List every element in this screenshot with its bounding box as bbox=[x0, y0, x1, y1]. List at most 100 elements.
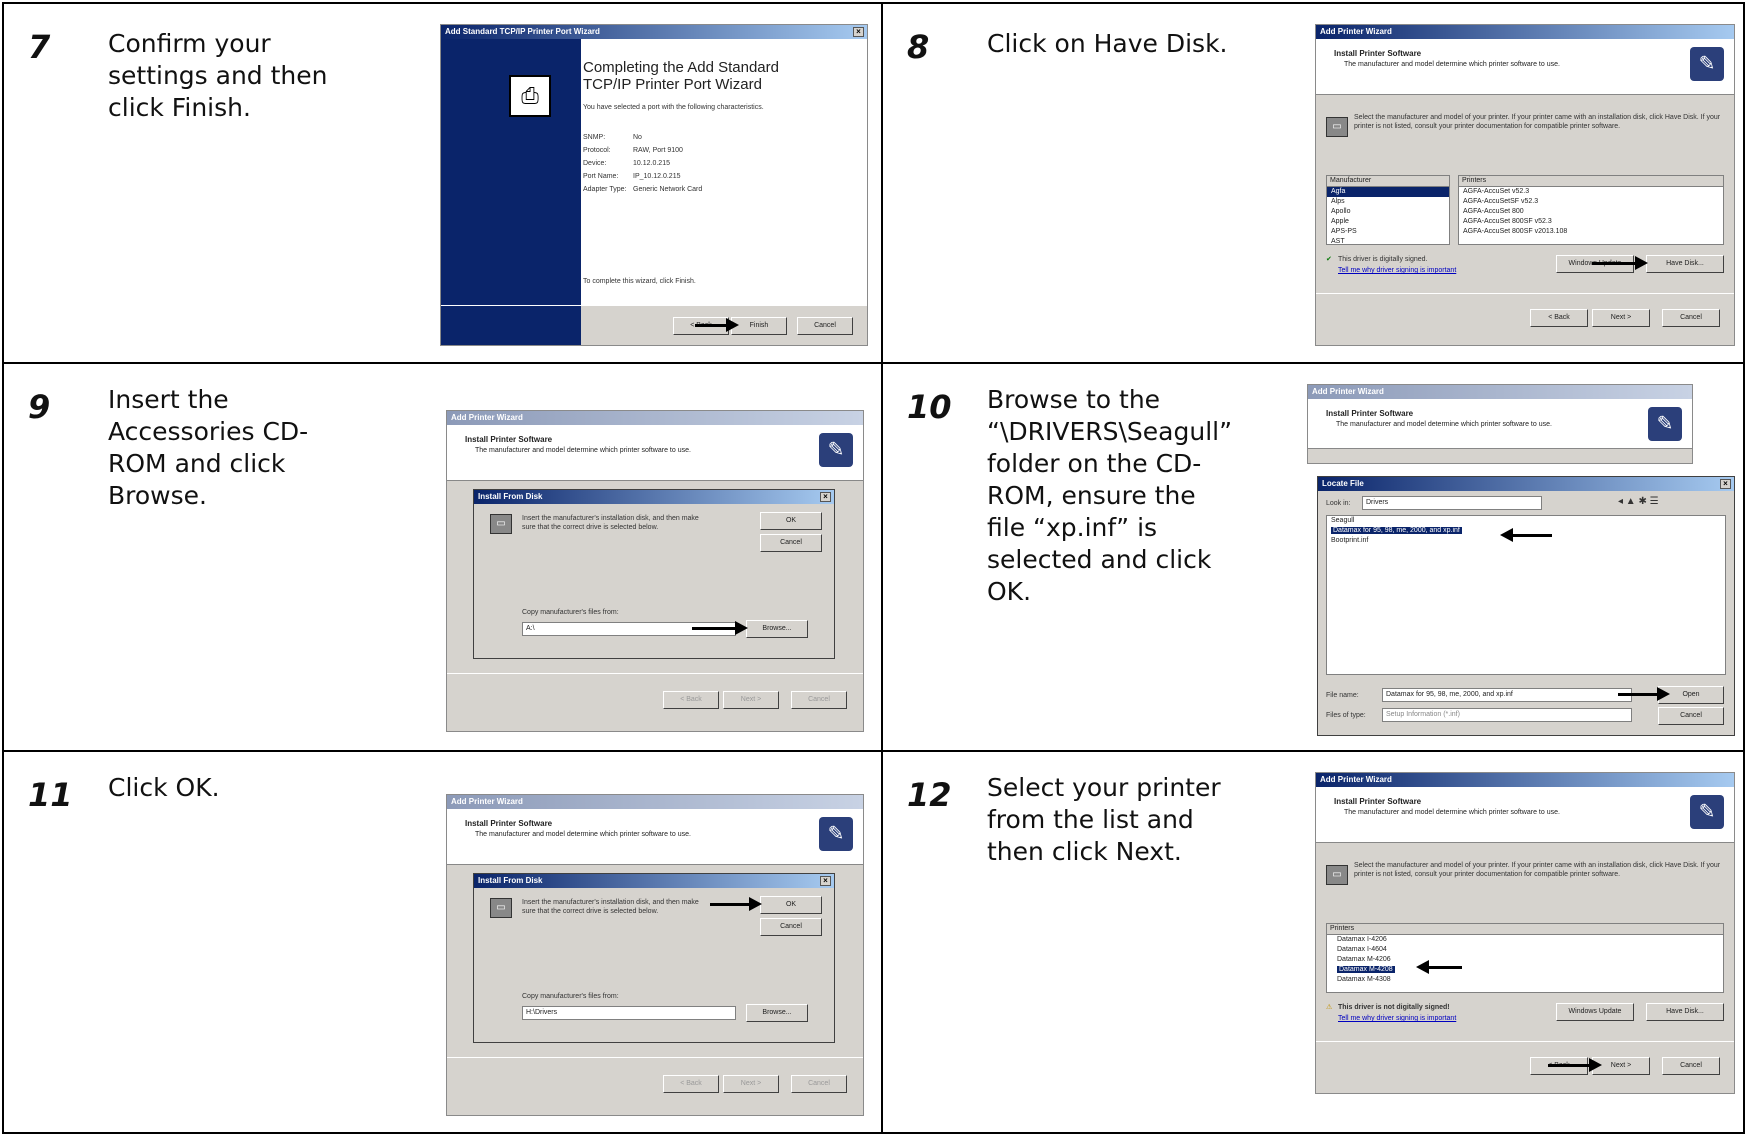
instruction-page: 7 Confirm your settings and then click F… bbox=[0, 0, 1747, 1136]
list-item: AGFA-AccuSet 800 bbox=[1463, 208, 1524, 215]
cancel-button[interactable]: Cancel bbox=[760, 534, 822, 552]
separator bbox=[447, 1057, 863, 1058]
step-text: Click OK. bbox=[108, 773, 220, 802]
close-icon[interactable]: × bbox=[1720, 479, 1731, 489]
step-11-cell: 11 Click OK. Add Printer Wizard Install … bbox=[4, 752, 881, 1132]
step-text: Insert the Accessories CD- ROM and click… bbox=[108, 385, 309, 510]
file-list[interactable]: Seagull Datamax for 95, 98, me, 2000, an… bbox=[1326, 515, 1726, 675]
list-header: Printers bbox=[1459, 176, 1723, 187]
wizard-footer: To complete this wizard, click Finish. bbox=[583, 278, 696, 285]
dialog-message: Insert the manufacturer's installation d… bbox=[522, 899, 699, 915]
list-item: Datamax I-4206 bbox=[1337, 936, 1387, 943]
file-name-input[interactable]: Datamax for 95, 98, me, 2000, and xp.inf bbox=[1382, 688, 1632, 702]
disk-icon: ▭ bbox=[1326, 865, 1348, 885]
ok-button[interactable]: OK bbox=[760, 512, 822, 530]
install-icon: ✎ bbox=[819, 433, 853, 467]
list-header: Printers bbox=[1327, 924, 1723, 935]
separator bbox=[447, 673, 863, 674]
disk-icon: ▭ bbox=[490, 898, 512, 918]
browse-button[interactable]: Browse... bbox=[746, 620, 808, 638]
step-number: 12 bbox=[907, 776, 952, 814]
window-titlebar: Add Standard TCP/IP Printer Port Wizard × bbox=[441, 25, 867, 39]
dialog-titlebar: Install From Disk × bbox=[474, 490, 834, 504]
install-from-disk-screenshot: Add Printer Wizard Install Printer Softw… bbox=[446, 794, 864, 1116]
list-item: Datamax M-4308 bbox=[1337, 976, 1391, 983]
wizard-header: Install Printer Software The manufacture… bbox=[1316, 39, 1734, 95]
cancel-button[interactable]: Cancel bbox=[791, 1075, 847, 1093]
list-item: Agfa bbox=[1327, 187, 1449, 197]
look-in-label: Look in: bbox=[1326, 500, 1351, 507]
next-button[interactable]: Next > bbox=[1592, 309, 1650, 327]
header-title: Install Printer Software bbox=[1326, 409, 1414, 418]
close-icon[interactable]: × bbox=[820, 876, 831, 886]
path-input[interactable]: H:\Drivers bbox=[522, 1006, 736, 1020]
have-disk-button[interactable]: Have Disk... bbox=[1646, 1003, 1724, 1021]
signing-link[interactable]: Tell me why driver signing is important bbox=[1338, 266, 1456, 275]
arrow-pointer bbox=[1548, 1058, 1602, 1072]
step-number: 8 bbox=[907, 28, 930, 66]
step-text: Select your printer from the list and th… bbox=[987, 773, 1221, 866]
header-subtitle: The manufacturer and model determine whi… bbox=[475, 447, 691, 454]
step-9-cell: 9 Insert the Accessories CD- ROM and cli… bbox=[4, 364, 881, 750]
windows-update-button[interactable]: Windows Update bbox=[1556, 1003, 1634, 1021]
cancel-button[interactable]: Cancel bbox=[1658, 707, 1724, 725]
window-title: Add Printer Wizard bbox=[1320, 775, 1392, 784]
dialog-title: Locate File bbox=[1322, 479, 1364, 488]
next-button[interactable]: Next > bbox=[723, 1075, 779, 1093]
dialog-title: Install From Disk bbox=[478, 492, 543, 501]
wizard-heading: Completing the Add Standard TCP/IP Print… bbox=[583, 59, 779, 93]
list-item: Seagull bbox=[1331, 517, 1355, 524]
header-title: Install Printer Software bbox=[465, 435, 553, 444]
step-text: Confirm your settings and then click Fin… bbox=[108, 29, 328, 122]
list-item: AGFA-AccuSet v52.3 bbox=[1463, 188, 1530, 195]
cancel-button[interactable]: Cancel bbox=[791, 691, 847, 709]
separator bbox=[1316, 1041, 1734, 1042]
cancel-button[interactable]: Cancel bbox=[1662, 309, 1720, 327]
back-button[interactable]: < Back bbox=[1530, 309, 1588, 327]
file-type-select[interactable]: Setup Information (*.inf) bbox=[1382, 708, 1632, 722]
arrow-pointer bbox=[695, 318, 739, 332]
warning-icon: ⚠ bbox=[1326, 1004, 1333, 1011]
arrow-pointer bbox=[1416, 960, 1462, 974]
arrow-pointer bbox=[1592, 256, 1648, 270]
add-printer-screenshot: Add Printer Wizard Install Printer Softw… bbox=[1315, 24, 1735, 346]
step-number: 10 bbox=[907, 388, 952, 426]
close-icon[interactable]: × bbox=[853, 27, 864, 37]
list-item: Datamax M-4206 bbox=[1337, 956, 1391, 963]
manufacturer-list[interactable]: Manufacturer Agfa Alps Apollo Apple APS-… bbox=[1326, 175, 1450, 245]
select-printer-screenshot: Add Printer Wizard Install Printer Softw… bbox=[1315, 772, 1735, 1094]
wizard-sidebar: ⎙ bbox=[441, 39, 581, 345]
finish-button[interactable]: Finish bbox=[731, 317, 787, 335]
port-settings: SNMP: No Protocol: RAW, Port 9100 Device: 1… bbox=[583, 134, 703, 193]
have-disk-button[interactable]: Have Disk... bbox=[1646, 255, 1724, 273]
signed-text: This driver is digitally signed. bbox=[1338, 256, 1428, 263]
cancel-button[interactable]: Cancel bbox=[1662, 1057, 1720, 1075]
browse-button[interactable]: Browse... bbox=[746, 1004, 808, 1022]
arrow-pointer bbox=[1500, 528, 1552, 542]
back-button[interactable]: < Back bbox=[663, 691, 719, 709]
look-in-select[interactable]: Drivers bbox=[1362, 496, 1542, 510]
list-item: Apple bbox=[1331, 218, 1349, 225]
printer-list[interactable]: Printers Datamax I-4206 Datamax I-4604 D… bbox=[1326, 923, 1724, 993]
close-icon[interactable]: × bbox=[820, 492, 831, 502]
cancel-button[interactable]: Cancel bbox=[760, 918, 822, 936]
next-button[interactable]: Next > bbox=[723, 691, 779, 709]
folder-toolbar-icons[interactable]: ◂ ▲ ✱ ☰ bbox=[1618, 497, 1659, 507]
install-icon: ✎ bbox=[1648, 407, 1682, 441]
instructions: Select the manufacturer and model of you… bbox=[1354, 862, 1721, 878]
background-wizard: Add Printer Wizard Install Printer Softw… bbox=[1307, 384, 1693, 464]
install-from-disk-screenshot: Add Printer Wizard Install Printer Softw… bbox=[446, 410, 864, 732]
printer-list[interactable]: Printers AGFA-AccuSet v52.3 AGFA-AccuSet… bbox=[1458, 175, 1724, 245]
separator bbox=[1316, 293, 1734, 294]
cancel-button[interactable]: Cancel bbox=[797, 317, 853, 335]
install-icon: ✎ bbox=[1690, 795, 1724, 829]
window-titlebar: Add Printer Wizard bbox=[1308, 385, 1692, 399]
window-titlebar: Add Printer Wizard bbox=[1316, 773, 1734, 787]
step-text: Click on Have Disk. bbox=[987, 29, 1228, 58]
signing-link[interactable]: Tell me why driver signing is important bbox=[1338, 1014, 1456, 1023]
file-type-label: Files of type: bbox=[1326, 712, 1366, 719]
instructions: Select the manufacturer and model of you… bbox=[1354, 114, 1721, 130]
header-subtitle: The manufacturer and model determine whi… bbox=[1344, 61, 1560, 68]
ok-button[interactable]: OK bbox=[760, 896, 822, 914]
back-button[interactable]: < Back bbox=[663, 1075, 719, 1093]
